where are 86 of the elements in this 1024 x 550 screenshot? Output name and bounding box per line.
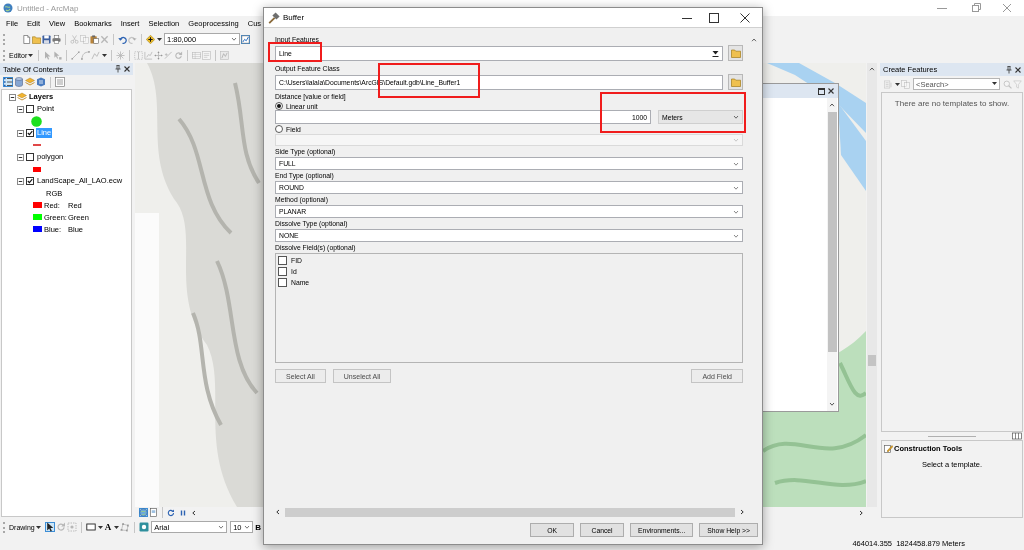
edit-template-icon (884, 443, 893, 453)
pin-icon[interactable] (115, 65, 121, 73)
empty-message: There are no templates to show. (894, 99, 1010, 108)
maximize-icon[interactable] (818, 87, 825, 95)
refresh-icon[interactable] (167, 508, 175, 517)
chevron-down-icon[interactable] (829, 401, 835, 407)
checkbox[interactable] (26, 177, 34, 185)
chevron-up-icon[interactable] (829, 102, 835, 108)
window-title: Untitled - ArcMap (17, 3, 79, 13)
chevron-right-icon[interactable] (858, 509, 864, 516)
checkbox[interactable] (278, 256, 287, 265)
chevron-down-icon[interactable] (231, 36, 237, 42)
checkbox[interactable] (278, 267, 287, 276)
printer-icon[interactable] (52, 34, 61, 44)
caret-icon[interactable] (114, 525, 120, 529)
hammer-icon (268, 11, 280, 24)
globe-icon[interactable] (139, 508, 148, 517)
chevron-up-icon[interactable] (751, 37, 757, 43)
close-icon[interactable] (828, 88, 834, 94)
folder-icon (730, 77, 741, 87)
pointer-icon[interactable] (44, 522, 55, 532)
scrollbar-thumb[interactable] (285, 507, 735, 517)
caret-icon[interactable] (157, 37, 162, 41)
layers-icon[interactable] (25, 77, 35, 87)
checkbox[interactable] (26, 129, 34, 137)
caret-icon[interactable] (35, 525, 41, 529)
browse-button[interactable] (728, 74, 743, 90)
radio-button[interactable] (275, 102, 283, 110)
pause-icon[interactable] (179, 508, 187, 517)
restore-icon[interactable] (971, 3, 981, 13)
bold-button[interactable]: B (254, 521, 262, 533)
folder-icon (730, 48, 741, 58)
maximize-icon[interactable] (709, 12, 719, 23)
chevron-down-icon[interactable] (733, 208, 739, 215)
dropdown-field[interactable] (275, 134, 743, 146)
browse-button[interactable] (728, 45, 743, 61)
options-icon[interactable] (55, 77, 65, 87)
chevron-right-icon[interactable] (739, 509, 745, 515)
chevron-down-icon[interactable] (733, 232, 739, 239)
chevron-down-icon[interactable] (218, 524, 225, 530)
caret-icon[interactable] (102, 53, 108, 57)
dropdown-arrow-icon[interactable] (712, 49, 719, 57)
undo-icon[interactable] (118, 34, 127, 44)
globe-icon (3, 3, 13, 13)
chevron-up-icon[interactable] (869, 66, 875, 72)
grid-icon[interactable] (1012, 431, 1022, 441)
dialog-title: Buffer (283, 13, 305, 22)
caret-icon[interactable] (895, 82, 900, 86)
caret-icon[interactable] (992, 82, 997, 85)
close-icon[interactable] (740, 12, 750, 23)
pin-icon[interactable] (1006, 65, 1012, 74)
radio-button[interactable] (275, 125, 283, 133)
text-tool-button[interactable]: A (103, 521, 113, 533)
chevron-left-icon[interactable] (275, 509, 281, 515)
plus-diamond-icon[interactable] (146, 34, 155, 44)
close-icon[interactable] (1015, 66, 1021, 73)
vertical-scrollbar[interactable] (867, 63, 877, 507)
checkbox[interactable] (26, 105, 34, 113)
checkbox[interactable] (26, 153, 34, 161)
selection-icon[interactable] (36, 77, 46, 87)
caret-icon[interactable] (28, 53, 34, 57)
list-icon[interactable] (3, 77, 13, 87)
collapse-icon[interactable] (17, 105, 24, 113)
scrollbar-thumb[interactable] (868, 355, 876, 366)
close-icon[interactable] (124, 66, 130, 72)
collapse-icon[interactable] (17, 129, 24, 137)
collapse-icon[interactable] (17, 177, 24, 185)
chevron-down-icon[interactable] (733, 114, 739, 120)
vertical-scrollbar[interactable] (827, 98, 837, 411)
collapse-icon[interactable] (9, 93, 16, 101)
chart-icon[interactable] (241, 34, 250, 44)
scrollbar-thumb[interactable] (827, 112, 837, 352)
database-icon[interactable] (14, 77, 24, 87)
collapse-icon[interactable] (17, 153, 24, 161)
chevron-down-icon[interactable] (733, 160, 739, 167)
chevron-left-icon[interactable] (191, 509, 197, 516)
font-icon[interactable] (139, 522, 150, 532)
checkbox[interactable] (278, 278, 287, 287)
rectangle-icon[interactable] (85, 522, 96, 532)
chevron-down-icon[interactable] (244, 524, 251, 530)
page-icon[interactable] (149, 508, 158, 517)
clipboard-icon[interactable] (90, 34, 99, 44)
layers-icon (17, 92, 27, 102)
caret-icon[interactable] (97, 525, 103, 529)
document-icon[interactable] (22, 34, 31, 44)
chevron-down-icon[interactable] (733, 184, 739, 191)
